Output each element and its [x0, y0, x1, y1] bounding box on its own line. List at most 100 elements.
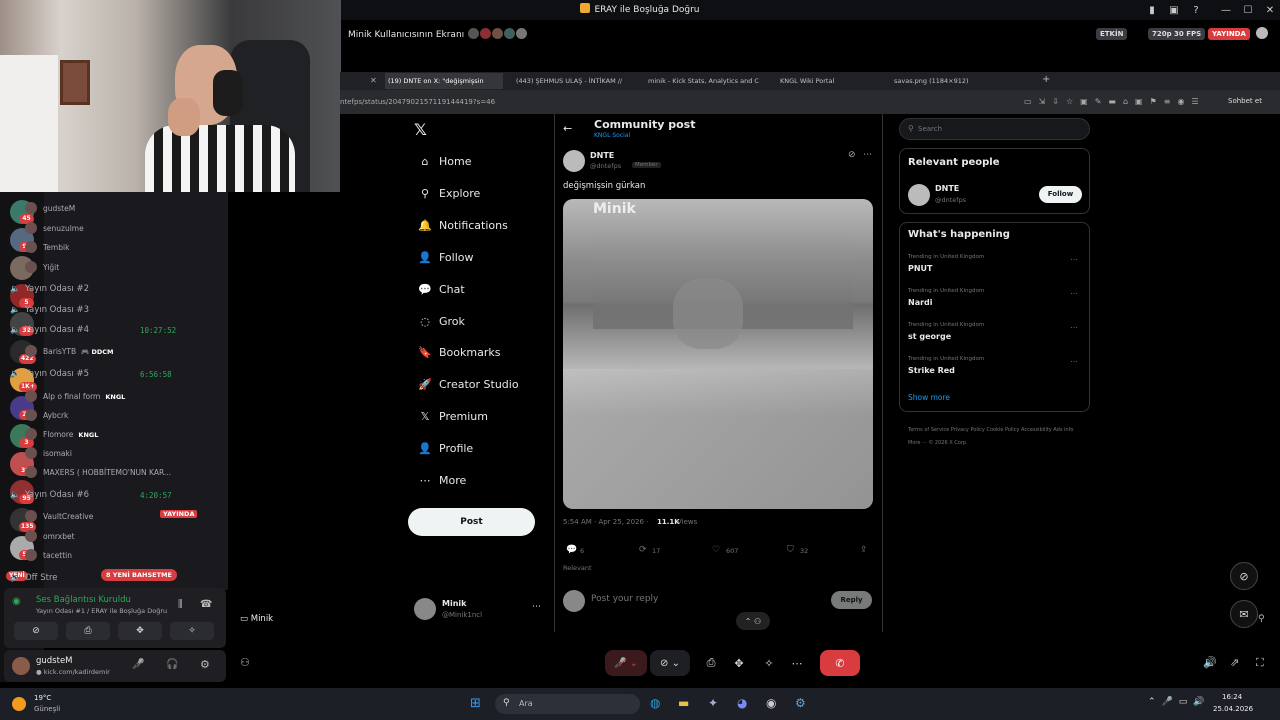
discord-icon[interactable]: ◕ — [737, 696, 747, 710]
edge-icon[interactable]: ◍ — [650, 696, 660, 710]
mention-badge[interactable]: 8 YENİ BAHSETME — [101, 569, 177, 581]
fullscreen-icon[interactable]: ⛶ — [1256, 656, 1264, 670]
post-button[interactable]: Post — [408, 508, 535, 536]
steam-icon[interactable]: ⚙ — [795, 696, 806, 710]
add-user-icon[interactable]: ⚇ — [240, 656, 250, 669]
collapse-button[interactable]: ⌃ ⚇ — [736, 612, 770, 630]
voice-user[interactable]: Tembik — [25, 241, 69, 253]
nav-item-premium[interactable]: 𝕏 Premium — [418, 410, 488, 423]
trend-more-icon[interactable]: ⋯ — [1070, 323, 1078, 332]
voice-user[interactable]: Alp o final form KNGL — [25, 390, 125, 402]
nav-item-profile[interactable]: 👤 Profile — [418, 442, 473, 455]
nav-item-follow[interactable]: 👤 Follow — [418, 251, 473, 264]
inbox-icon[interactable]: ▣ — [1166, 2, 1182, 18]
back-arrow-icon[interactable]: ← — [563, 122, 572, 135]
avatar[interactable] — [414, 598, 436, 620]
show-more-link[interactable]: Show more — [908, 393, 950, 402]
taskbar-search-input[interactable]: Ara — [519, 699, 533, 708]
soundboard-button[interactable]: ✧ — [170, 622, 214, 640]
rp-name[interactable]: DNTE — [935, 184, 959, 193]
tray-icons[interactable]: ⌃🎤▭🔊 — [1148, 697, 1210, 707]
browser-tab[interactable]: (19) DNTE on X: "değişmişsin — [385, 73, 503, 89]
nav-item-chat[interactable]: 💬 Chat — [418, 283, 465, 296]
more-icon[interactable]: ⋯ — [863, 150, 872, 160]
clock-time[interactable]: 16:24 — [1222, 693, 1242, 701]
voice-user[interactable]: Yiğit — [25, 260, 59, 273]
zoom-icon[interactable]: ⚲ — [1258, 614, 1265, 624]
activities-icon[interactable]: ✥ — [728, 650, 750, 676]
bookmark-icon[interactable]: ⛉ — [787, 545, 794, 555]
x-logo-icon[interactable]: 𝕏 — [414, 120, 427, 139]
browser-tab[interactable]: (443) ŞEHMUS ULAŞ - İNTİKAM // — [516, 73, 634, 89]
grok-float-icon[interactable]: ⊘ — [1230, 562, 1258, 590]
camera-toggle[interactable]: ⊘ ⌄ — [650, 650, 690, 676]
avatar[interactable] — [12, 657, 30, 675]
voice-channel[interactable]: 🔈 Yayın Odası #2 — [10, 284, 180, 294]
camera-toggle[interactable]: ⊘ — [14, 622, 58, 640]
screen-share-icon[interactable]: ⎙ — [700, 650, 722, 676]
account-more-icon[interactable]: ⋯ — [532, 602, 541, 612]
voice-user[interactable]: gudsteM — [25, 202, 75, 214]
trend-more-icon[interactable]: ⋯ — [1070, 289, 1078, 298]
like-icon[interactable]: ♡ — [712, 545, 720, 555]
post-image[interactable]: Minik — [563, 199, 873, 509]
nav-item-home[interactable]: ⌂ Home — [418, 155, 472, 168]
activities-button[interactable]: ✥ — [118, 622, 162, 640]
trend-name[interactable]: Nardi — [908, 298, 933, 307]
voice-user[interactable]: Flomore KNGL — [25, 428, 98, 440]
voice-user[interactable]: tacettin — [25, 549, 72, 561]
weather-temp[interactable]: 19°C — [34, 694, 51, 702]
disconnect-icon[interactable]: ☎ — [200, 599, 212, 610]
clock-date[interactable]: 25.04.2026 — [1213, 705, 1253, 713]
browser-tab[interactable]: minik - Kick Stats, Analytics and C — [648, 73, 766, 89]
reply-icon[interactable]: 💬 — [566, 545, 577, 555]
voice-user[interactable]: omrxbet — [25, 529, 75, 542]
chat-button[interactable]: Sohbet et — [1228, 97, 1262, 105]
reply-button[interactable]: Reply — [831, 591, 872, 609]
author-name[interactable]: DNTE — [590, 151, 614, 160]
sort-dropdown[interactable]: Relevant — [563, 564, 592, 572]
voice-channel[interactable]: 🔈 Yayın Odası #3 — [10, 305, 180, 315]
voice-user[interactable]: senuzulme — [25, 221, 84, 234]
voice-user[interactable]: isomaki — [25, 447, 72, 459]
screen-share-button[interactable]: ⎙ — [66, 622, 110, 640]
nav-item-notifications[interactable]: 🔔 Notifications — [418, 219, 508, 232]
follow-button[interactable]: Follow — [1039, 186, 1082, 203]
voice-user[interactable]: MAXERS ( HOBBİTEMO'NUN KAR... — [25, 466, 171, 478]
avatar[interactable] — [563, 150, 585, 172]
footer-links[interactable]: Terms of Service Privacy Policy Cookie P… — [908, 424, 1083, 450]
nav-item-grok[interactable]: ◌ Grok — [418, 315, 465, 328]
close-icon[interactable]: ✕ — [370, 76, 377, 85]
browser-tab[interactable]: savas.png (1184×912) — [894, 73, 1012, 89]
reply-input[interactable]: Post your reply — [591, 594, 658, 604]
close-button[interactable]: ✕ — [1262, 2, 1278, 18]
voice-channel[interactable]: 🔈 Yayın Odası #6 4:20:57 — [10, 490, 180, 500]
trend-name[interactable]: st george — [908, 332, 951, 341]
mic-toggle[interactable]: 🎤̸ ⌄ — [605, 650, 647, 676]
taskbar-search[interactable] — [495, 694, 640, 714]
new-tab-button[interactable]: + — [1042, 74, 1050, 85]
noise-icon[interactable]: ⫼ — [178, 599, 183, 610]
more-icon[interactable]: ⋯ — [786, 650, 808, 676]
browser-tab[interactable]: KNGL Wiki Portal — [780, 73, 898, 89]
minimize-button[interactable]: — — [1218, 2, 1234, 18]
settings-gear-icon[interactable]: ⚙ — [200, 658, 210, 671]
grok-icon[interactable]: ⊘ — [848, 150, 856, 160]
mic-muted-icon[interactable]: 🎤̸ — [132, 659, 144, 670]
leave-call-button[interactable]: ✆ — [820, 650, 860, 676]
nav-item-explore[interactable]: ⚲ Explore — [418, 187, 480, 200]
pin-icon[interactable]: ▮ — [1144, 2, 1160, 18]
voice-user[interactable]: Aybcrk — [25, 409, 68, 421]
trend-name[interactable]: PNUT — [908, 264, 933, 273]
weather-desc[interactable]: Güneşli — [34, 705, 60, 713]
trend-name[interactable]: Strike Red — [908, 366, 955, 375]
nav-item-bookmarks[interactable]: 🔖 Bookmarks — [418, 346, 500, 359]
weather-sun-icon[interactable] — [12, 697, 26, 711]
trend-more-icon[interactable]: ⋯ — [1070, 255, 1078, 264]
voice-user[interactable]: BarisYTB 🎮 DDCM — [25, 345, 114, 357]
nav-item-creator-studio[interactable]: 🚀 Creator Studio — [418, 378, 518, 391]
voice-room[interactable]: Yayın Odası #1 / ERAY ile Boşluğa Doğru — [36, 607, 167, 615]
avatar[interactable] — [908, 184, 930, 206]
volume-icon[interactable]: 🔊 — [1203, 656, 1217, 669]
start-button[interactable]: ⊞ — [470, 696, 481, 711]
